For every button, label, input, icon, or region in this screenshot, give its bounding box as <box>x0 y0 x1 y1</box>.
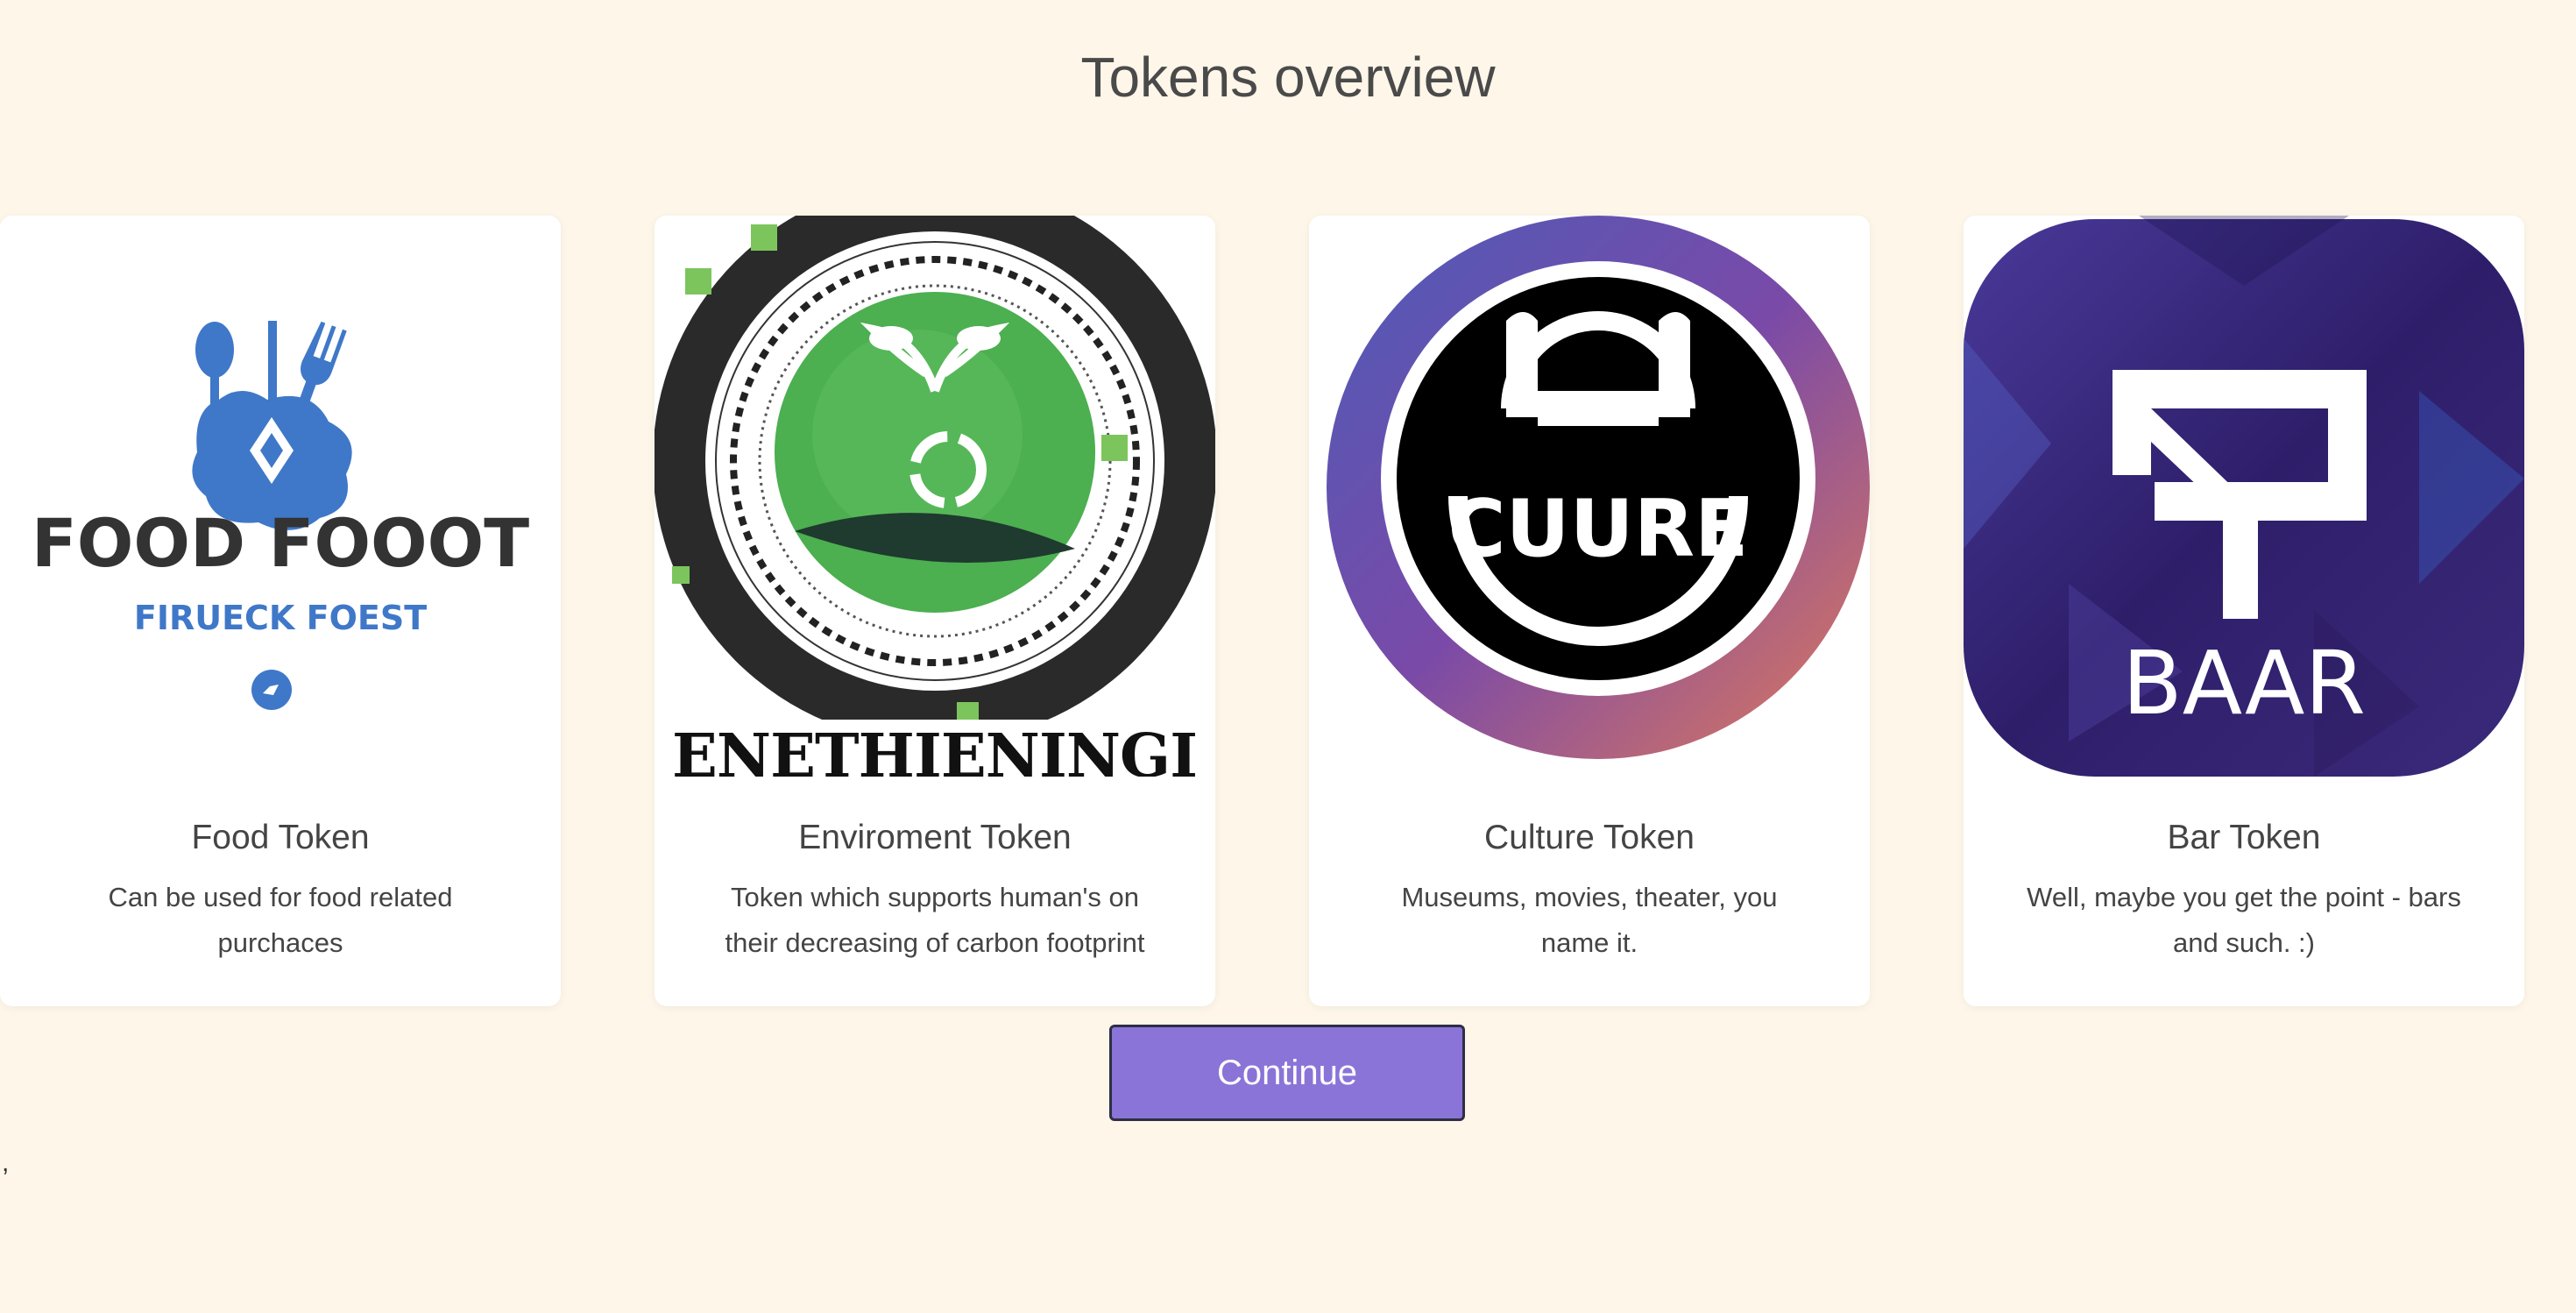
token-card-list: FOOD FOOOT FIRUECK FOEST Food Token Can … <box>0 216 2576 1006</box>
bar-logo-icon: BAAR <box>1964 216 2524 777</box>
stray-text: , <box>2 1148 10 1177</box>
food-token-image: FOOD FOOOT FIRUECK FOEST <box>0 216 561 777</box>
bar-token-image: BAAR <box>1964 216 2524 777</box>
token-card-culture[interactable]: CUURE Culture Token Museums, movies, the… <box>1309 216 1870 1006</box>
food-logo-icon: FOOD FOOOT FIRUECK FOEST <box>0 216 561 777</box>
svg-text:FOOD FOOOT: FOOD FOOOT <box>32 504 529 582</box>
svg-text:FIRUECK FOEST: FIRUECK FOEST <box>134 599 427 637</box>
environment-token-image: ENETHIENINGI <box>655 216 1215 791</box>
token-description: Can be used for food related purchaces <box>108 882 453 958</box>
token-card-bar[interactable]: BAAR Bar Token Well, maybe you get the p… <box>1964 216 2524 1006</box>
token-card-environment[interactable]: ENETHIENINGI Enviroment Token Token whic… <box>655 216 1215 1006</box>
culture-token-image: CUURE <box>1309 216 1870 777</box>
tokens-page: Tokens overview FOOD FOOOT FIRUECK FOEST… <box>0 0 2576 1313</box>
environment-logo-icon: ENETHIENINGI <box>655 216 1215 791</box>
token-card-food[interactable]: FOOD FOOOT FIRUECK FOEST Food Token Can … <box>0 216 561 1006</box>
token-title: Enviroment Token <box>798 819 1072 856</box>
token-title: Bar Token <box>2167 819 2321 856</box>
culture-logo-icon: CUURE <box>1309 216 1870 777</box>
token-title: Culture Token <box>1484 819 1695 856</box>
page-title: Tokens overview <box>1080 46 1496 109</box>
svg-text:BAAR: BAAR <box>2122 632 2366 735</box>
token-description: Well, maybe you get the point - bars and… <box>2027 882 2461 958</box>
token-description: Museums, movies, theater, you name it. <box>1401 882 1778 958</box>
svg-text:ENETHIENINGI: ENETHIENINGI <box>672 721 1198 777</box>
continue-button[interactable]: Continue <box>1109 1025 1465 1121</box>
token-title: Food Token <box>191 819 370 856</box>
token-description: Token which supports human's on their de… <box>725 882 1145 958</box>
svg-text:CUURE: CUURE <box>1448 483 1749 575</box>
